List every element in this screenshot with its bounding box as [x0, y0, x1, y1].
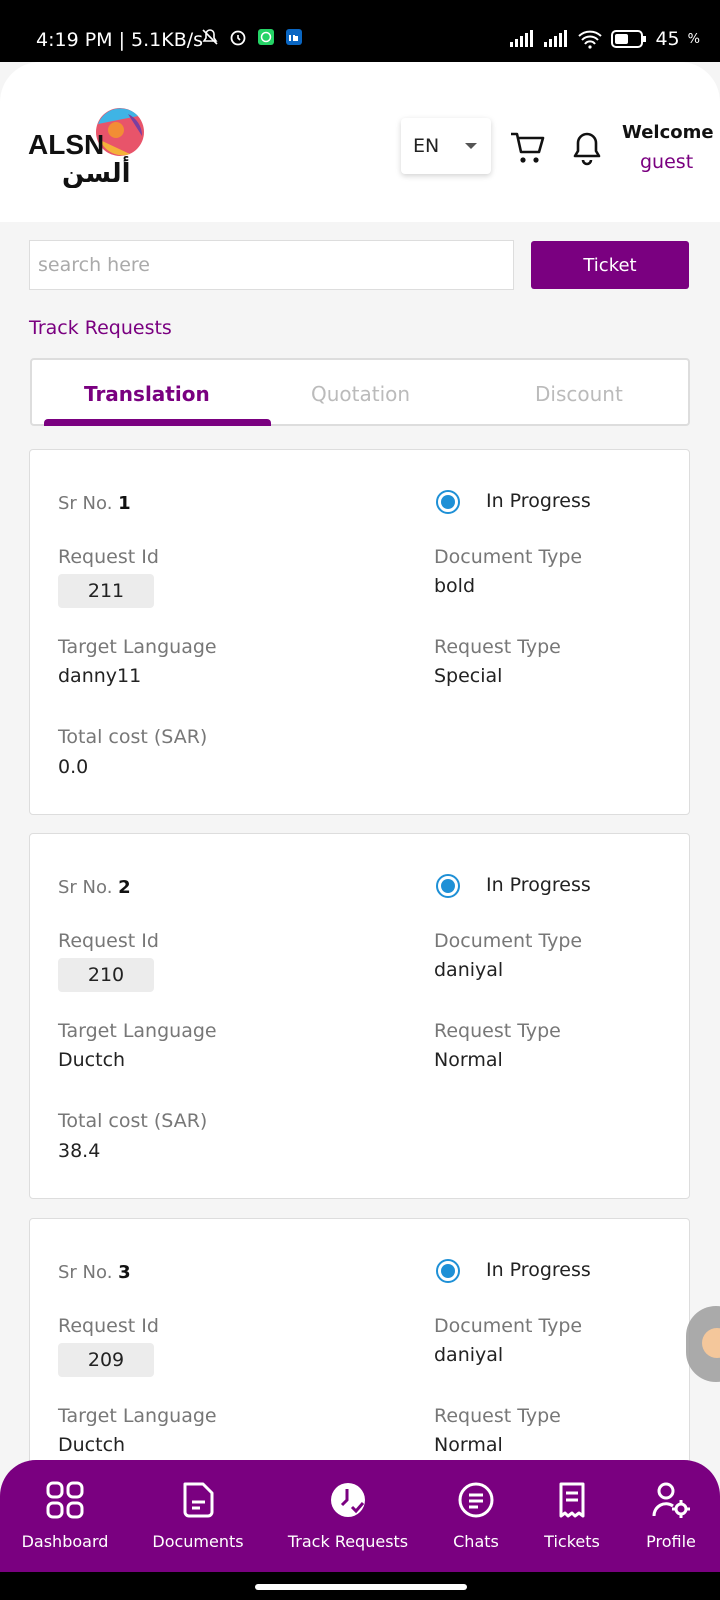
sr-no-label: Sr No. [58, 493, 113, 514]
target-language-value: Ductch [58, 1434, 126, 1456]
target-language-label: Target Language [58, 636, 217, 658]
sr-no-label: Sr No. [58, 877, 113, 898]
sr-no-value: 3 [118, 1262, 131, 1283]
search-input[interactable]: search here [29, 240, 514, 290]
request-card[interactable]: Sr No. 1 In Progress Request Id 211 Docu… [29, 449, 690, 815]
total-cost-value: 38.4 [58, 1140, 101, 1162]
total-cost-label: Total cost (SAR) [58, 726, 208, 748]
total-cost-value: 0.0 [58, 756, 89, 778]
request-id-value: 211 [58, 574, 154, 608]
nav-label: Documents [152, 1532, 244, 1551]
document-type-value: daniyal [434, 959, 504, 981]
user-name[interactable]: guest [640, 151, 693, 173]
language-value: EN [413, 135, 440, 157]
request-type-value: Normal [434, 1434, 503, 1456]
nav-label: Dashboard [21, 1532, 109, 1551]
chat-bubble-icon [702, 1328, 720, 1358]
alarm-icon [230, 30, 246, 46]
logo-text: ALSN [28, 129, 104, 160]
target-language-value: danny11 [58, 665, 142, 687]
document-type-value: bold [434, 575, 476, 597]
notification-icons [200, 27, 304, 47]
status-right: 45% [509, 28, 700, 50]
tab-discount[interactable]: Discount [535, 382, 623, 406]
document-icon [183, 1482, 214, 1518]
total-cost-label: Total cost (SAR) [58, 1110, 208, 1132]
nav-label: Chats [453, 1532, 499, 1551]
active-tab-indicator [44, 419, 271, 426]
status-text: In Progress [486, 874, 591, 896]
nav-label: Track Requests [287, 1532, 409, 1551]
status-text: In Progress [486, 1259, 591, 1281]
target-language-label: Target Language [58, 1405, 217, 1427]
chevron-down-icon [465, 143, 477, 149]
language-select[interactable]: EN [401, 118, 491, 174]
status-radio-icon [436, 874, 460, 898]
search-placeholder: search here [38, 254, 150, 276]
page-title: Track Requests [29, 317, 172, 339]
sr-no: Sr No. 2 [58, 877, 131, 898]
linkedin-icon [286, 29, 302, 45]
chat-icon [458, 1482, 494, 1518]
status-text: In Progress [486, 490, 591, 512]
battery-icon [611, 30, 647, 48]
battery-level: 45 [655, 28, 680, 50]
cart-icon[interactable] [509, 128, 549, 168]
sr-no-value: 1 [118, 493, 131, 514]
request-id-value: 209 [58, 1343, 154, 1377]
nav-label: Profile [646, 1532, 696, 1551]
signal-icon-2 [544, 30, 568, 47]
request-type-value: Special [434, 665, 503, 687]
request-type-label: Request Type [434, 1405, 561, 1427]
bottom-nav: Dashboard Documents Track Requests Chats [0, 1460, 720, 1572]
grid-icon [46, 1481, 84, 1519]
bell-icon[interactable] [567, 128, 607, 168]
request-id-value: 210 [58, 958, 154, 992]
document-type-label: Document Type [434, 930, 583, 952]
sr-no: Sr No. 3 [58, 1262, 131, 1283]
home-indicator[interactable] [255, 1584, 467, 1590]
floating-action-button[interactable] [686, 1306, 720, 1382]
user-settings-icon [652, 1482, 690, 1518]
status-bar: 4:19 PM | 5.1KB/s 45% [0, 0, 720, 62]
battery-percent-sign: % [687, 31, 700, 47]
tab-translation[interactable]: Translation [84, 382, 210, 406]
request-id-label: Request Id [58, 930, 159, 952]
request-id-label: Request Id [58, 546, 159, 568]
document-type-label: Document Type [434, 1315, 583, 1337]
target-language-label: Target Language [58, 1020, 217, 1042]
wifi-icon [578, 30, 603, 49]
welcome-text: Welcome [622, 122, 714, 143]
request-tabs: Translation Quotation Discount [30, 358, 690, 426]
nav-label: Tickets [544, 1532, 600, 1551]
tab-quotation[interactable]: Quotation [311, 382, 410, 406]
status-radio-icon [436, 490, 460, 514]
document-type-label: Document Type [434, 546, 583, 568]
status-radio-icon [436, 1259, 460, 1283]
request-type-value: Normal [434, 1049, 503, 1071]
request-card[interactable]: Sr No. 2 In Progress Request Id 210 Docu… [29, 833, 690, 1199]
sr-no-value: 2 [118, 877, 131, 898]
sr-no-label: Sr No. [58, 1262, 113, 1283]
sr-no: Sr No. 1 [58, 493, 131, 514]
signal-icon [510, 30, 534, 47]
system-home-bar [0, 1572, 720, 1600]
request-id-label: Request Id [58, 1315, 159, 1337]
request-type-label: Request Type [434, 636, 561, 658]
mute-icon [202, 29, 218, 45]
clock-check-icon [331, 1483, 365, 1517]
logo-graphic: ALSN ألسن [28, 108, 144, 189]
whatsapp-icon [258, 29, 274, 45]
document-type-value: daniyal [434, 1344, 504, 1366]
status-time: 4:19 PM | 5.1KB/s [36, 29, 204, 51]
ticket-button[interactable]: Ticket [531, 241, 689, 289]
alsn-logo[interactable]: ALSN ألسن [28, 108, 148, 189]
target-language-value: Ductch [58, 1049, 126, 1071]
receipt-icon [559, 1482, 585, 1518]
request-type-label: Request Type [434, 1020, 561, 1042]
logo-arabic: ألسن [62, 156, 131, 188]
